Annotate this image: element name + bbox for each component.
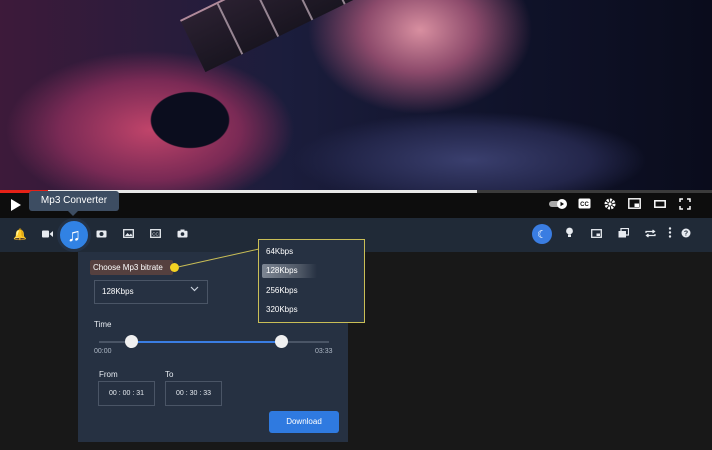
dropdown-option-320[interactable]: 320Kbps	[266, 304, 298, 316]
time-label: Time	[94, 320, 112, 329]
video-frame[interactable]	[0, 0, 712, 190]
chevron-down-icon	[190, 284, 199, 294]
repeat-icon[interactable]	[641, 226, 659, 244]
time-range-fill	[131, 341, 281, 343]
music-note-icon[interactable]: ♫	[57, 218, 91, 252]
svg-text:?: ?	[684, 231, 688, 238]
pip-icon[interactable]	[587, 226, 605, 244]
bitrate-label: Choose Mp3 bitrate	[90, 260, 173, 275]
picture-icon[interactable]	[119, 226, 137, 244]
end-time: 03:33	[315, 348, 333, 355]
from-time-field[interactable]: 00 : 00 : 31	[98, 381, 155, 406]
camera-icon[interactable]	[173, 226, 191, 244]
fullscreen-icon[interactable]	[679, 198, 691, 213]
to-time-field[interactable]: 00 : 30 : 33	[165, 381, 222, 406]
bulb-icon[interactable]	[560, 226, 578, 244]
miniplayer-icon[interactable]	[628, 198, 641, 212]
subtitles-icon[interactable]: CC	[146, 226, 164, 244]
svg-text:CC: CC	[580, 202, 589, 208]
from-label: From	[99, 370, 118, 379]
copy-icon[interactable]	[614, 226, 632, 244]
range-start-handle[interactable]	[125, 335, 138, 348]
guitar-neck	[180, 0, 503, 73]
download-button[interactable]: Download	[269, 411, 339, 433]
dropdown-option-64[interactable]: 64Kbps	[266, 246, 293, 258]
callout-dot	[170, 263, 179, 272]
svg-text:CC: CC	[152, 232, 159, 237]
dropdown-option-256[interactable]: 256Kbps	[266, 285, 298, 297]
dropdown-option-128[interactable]: 128Kbps	[266, 265, 298, 277]
tooltip-arrow	[68, 211, 78, 216]
start-time: 00:00	[94, 348, 112, 355]
video-camera-icon[interactable]	[38, 226, 56, 244]
cc-icon[interactable]: CC	[578, 198, 591, 212]
autoplay-toggle-icon[interactable]	[549, 198, 569, 213]
settings-icon[interactable]	[604, 198, 616, 213]
moon-icon[interactable]: ☾	[532, 224, 552, 244]
theater-icon[interactable]	[654, 198, 666, 212]
play-icon[interactable]	[10, 198, 22, 215]
mp3-converter-tooltip: Mp3 Converter	[29, 191, 119, 211]
help-icon[interactable]: ?	[677, 226, 695, 244]
to-label: To	[165, 370, 174, 379]
bell-icon[interactable]: 🔔	[11, 226, 29, 244]
range-end-handle[interactable]	[275, 335, 288, 348]
media-folder-icon[interactable]	[92, 226, 110, 244]
